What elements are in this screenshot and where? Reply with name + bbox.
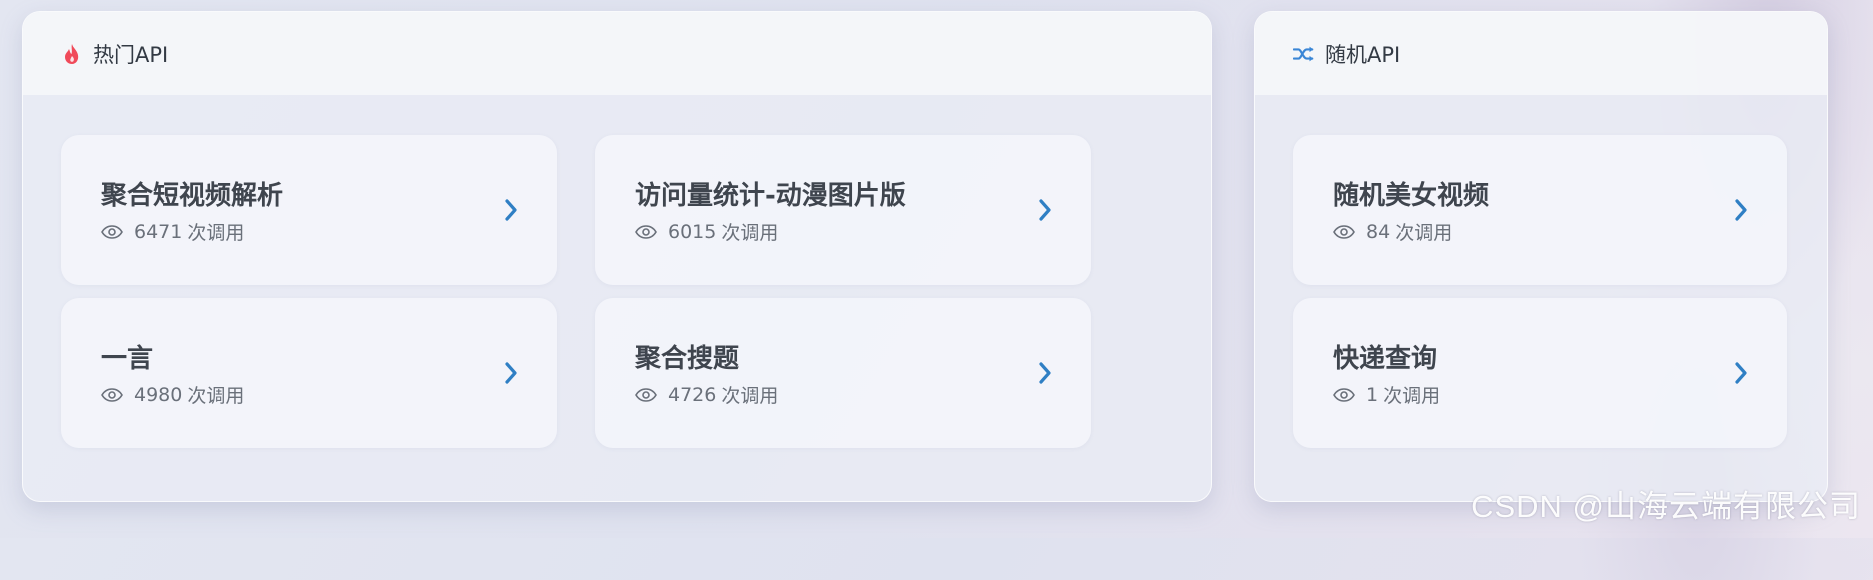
api-call-count: 6471 次调用 <box>101 218 244 245</box>
api-card[interactable]: 随机美女视频 84 次调用 <box>1293 135 1787 285</box>
eye-icon <box>101 224 123 240</box>
call-count-value: 1 <box>1366 383 1379 406</box>
api-card[interactable]: 聚合短视频解析 6471 次调用 <box>61 135 557 285</box>
call-count-value: 4980 <box>134 383 183 406</box>
panel-title: 热门API <box>93 42 169 67</box>
call-count-value: 4726 <box>668 383 717 406</box>
call-count-unit: 次调用 <box>187 385 245 407</box>
call-count-unit: 次调用 <box>1395 222 1453 244</box>
hot-api-panel: 热门API 聚合短视频解析 6471 次调用 访问量统计-动漫图片版 6015 … <box>22 11 1212 502</box>
hot-api-header: 热门API <box>23 12 1211 95</box>
api-call-count: 84 次调用 <box>1333 218 1452 245</box>
random-api-panel: 随机API 随机美女视频 84 次调用 快递查询 1 次调用 <box>1254 11 1828 502</box>
call-count-value: 6471 <box>134 220 183 243</box>
chevron-right-icon <box>1735 199 1747 221</box>
chevron-right-icon <box>1735 362 1747 384</box>
chevron-right-icon <box>505 199 517 221</box>
api-card-title: 快递查询 <box>1333 344 1438 374</box>
shuffle-icon <box>1293 43 1315 65</box>
api-card[interactable]: 访问量统计-动漫图片版 6015 次调用 <box>595 135 1091 285</box>
eye-icon <box>101 387 123 403</box>
eye-icon <box>635 224 657 240</box>
api-call-count: 1 次调用 <box>1333 381 1440 408</box>
api-card[interactable]: 快递查询 1 次调用 <box>1293 298 1787 448</box>
call-count-unit: 次调用 <box>721 222 779 244</box>
api-call-count: 4980 次调用 <box>101 381 244 408</box>
call-count-value: 84 <box>1366 220 1391 243</box>
eye-icon <box>1333 224 1355 240</box>
call-count-unit: 次调用 <box>187 222 245 244</box>
api-call-count: 6015 次调用 <box>635 218 778 245</box>
api-card-title: 访问量统计-动漫图片版 <box>635 181 906 211</box>
call-count-unit: 次调用 <box>1383 385 1441 407</box>
api-call-count: 4726 次调用 <box>635 381 778 408</box>
call-count-value: 6015 <box>668 220 717 243</box>
watermark: CSDN @山海云端有限公司 <box>1471 489 1861 524</box>
chevron-right-icon <box>1039 199 1051 221</box>
api-card-title: 聚合搜题 <box>635 344 740 374</box>
api-card-title: 随机美女视频 <box>1333 181 1490 211</box>
chevron-right-icon <box>505 362 517 384</box>
random-api-header: 随机API <box>1255 12 1827 95</box>
api-card[interactable]: 一言 4980 次调用 <box>61 298 557 448</box>
panel-title: 随机API <box>1325 42 1401 67</box>
api-card-title: 聚合短视频解析 <box>101 181 284 211</box>
chevron-right-icon <box>1039 362 1051 384</box>
eye-icon <box>1333 387 1355 403</box>
call-count-unit: 次调用 <box>721 385 779 407</box>
api-card-title: 一言 <box>101 344 154 374</box>
eye-icon <box>635 387 657 403</box>
fire-icon <box>61 43 83 65</box>
api-card[interactable]: 聚合搜题 4726 次调用 <box>595 298 1091 448</box>
